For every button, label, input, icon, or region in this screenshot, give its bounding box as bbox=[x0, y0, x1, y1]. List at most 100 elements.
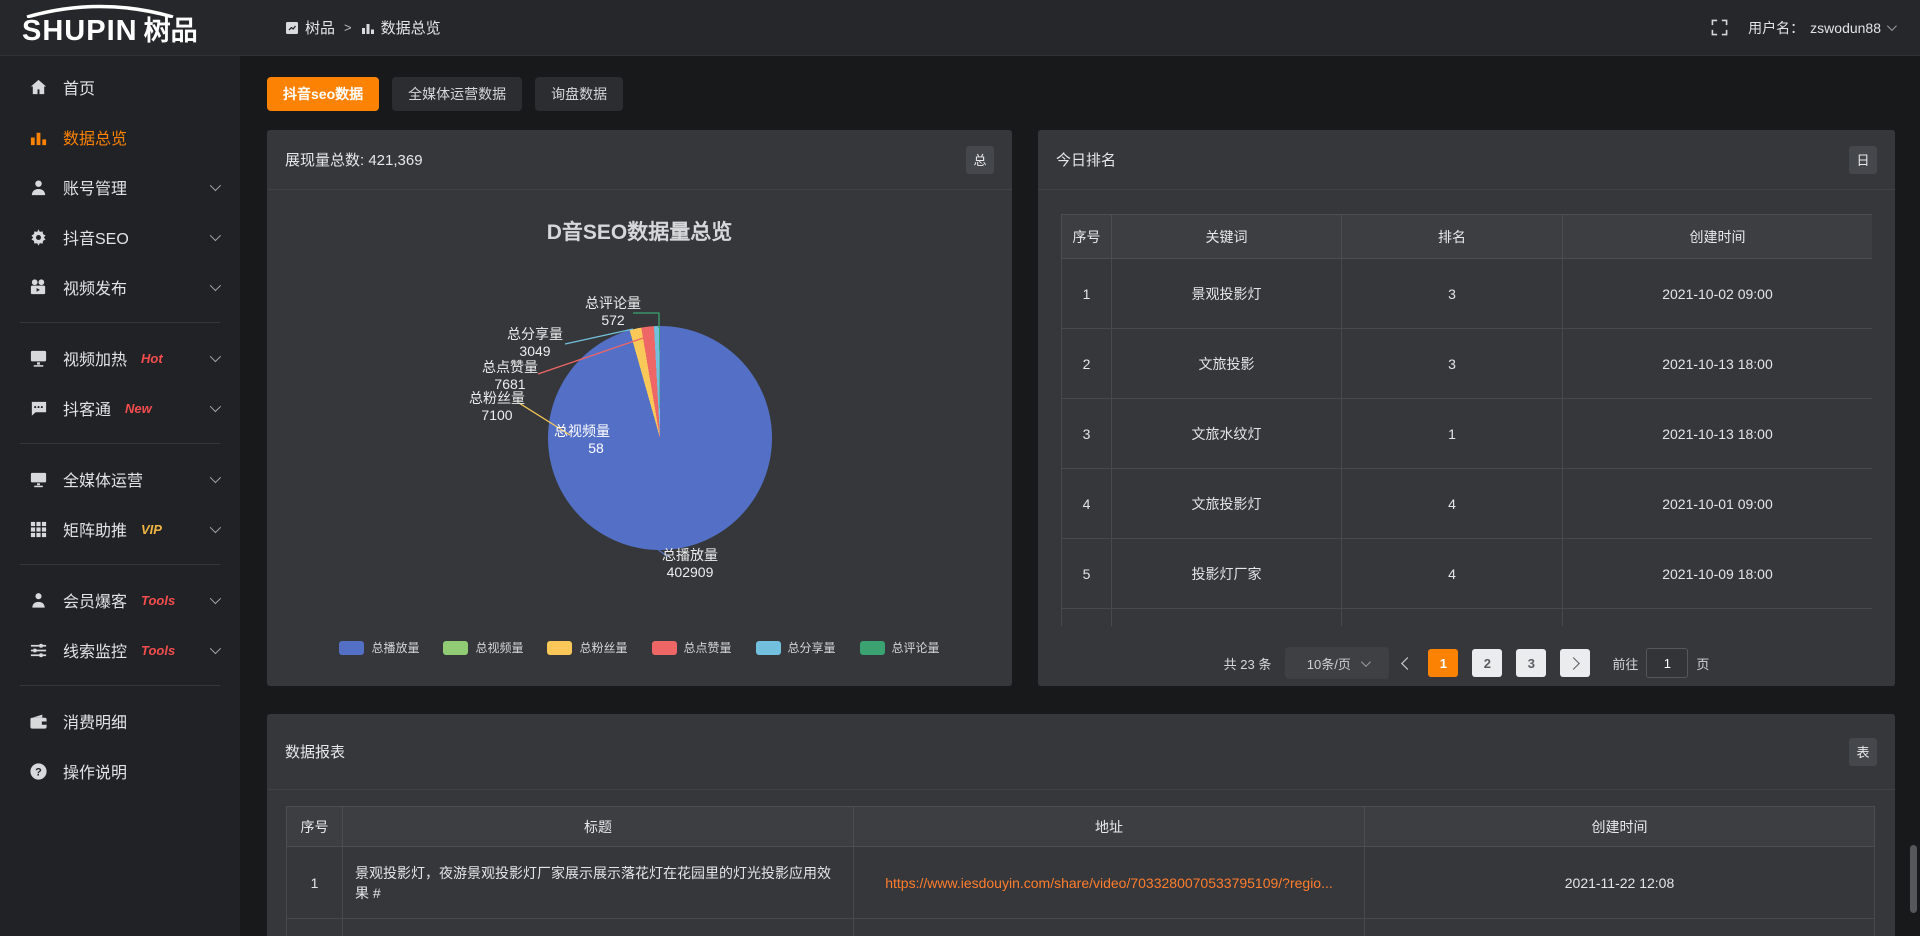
goto-label: 前往 bbox=[1612, 654, 1638, 673]
page-button-1[interactable]: 1 bbox=[1428, 649, 1458, 677]
legend-item-likes[interactable]: 总点赞量 bbox=[652, 639, 732, 656]
sidebar-item-video-publish[interactable]: 视频发布 bbox=[0, 262, 240, 312]
cell-rank: 3 bbox=[1342, 259, 1563, 329]
bar-chart-icon bbox=[361, 21, 375, 35]
breadcrumb-current[interactable]: 数据总览 bbox=[361, 17, 441, 38]
table-row: 3 文旅水纹灯 1 2021-10-13 18:00 bbox=[1062, 399, 1873, 469]
cell-index: 3 bbox=[1062, 399, 1112, 469]
pie-label-name: 总播放量 bbox=[662, 547, 718, 563]
legend-swatch bbox=[756, 641, 781, 655]
pie-leader-lines bbox=[267, 190, 1012, 685]
col-header-title: 标题 bbox=[343, 807, 854, 847]
sidebar-item-label: 首页 bbox=[63, 75, 95, 99]
col-header-keyword: 关键词 bbox=[1112, 215, 1342, 259]
cell-created: 2021-10-01 09:00 bbox=[1563, 469, 1873, 539]
table-row-empty bbox=[1062, 609, 1873, 627]
person-icon bbox=[28, 590, 48, 610]
logo-arc-icon bbox=[24, 4, 176, 18]
legend-label: 总播放量 bbox=[371, 639, 419, 656]
cell-created: 2021-10-09 18:00 bbox=[1563, 539, 1873, 609]
cell-created: 2021-10-13 18:00 bbox=[1563, 329, 1873, 399]
tab-media-operation-data[interactable]: 全媒体运营数据 bbox=[392, 77, 522, 111]
page-button-2[interactable]: 2 bbox=[1472, 649, 1502, 677]
table-badge-button[interactable]: 表 bbox=[1849, 738, 1877, 766]
cell-keyword: 景观投影灯 bbox=[1112, 259, 1342, 329]
chevron-down-icon bbox=[1361, 657, 1371, 667]
goto-unit: 页 bbox=[1696, 654, 1709, 673]
sidebar-divider bbox=[20, 443, 220, 444]
sidebar-item-video-heat[interactable]: 视频加热 Hot bbox=[0, 333, 240, 383]
cell-url: https://www.iesdouyin.com/share/video/70… bbox=[854, 847, 1365, 919]
sidebar-item-help[interactable]: ? 操作说明 bbox=[0, 746, 240, 796]
sidebar-item-media-operation[interactable]: 全媒体运营 bbox=[0, 454, 240, 504]
legend-label: 总评论量 bbox=[892, 639, 940, 656]
chevron-down-icon bbox=[210, 280, 221, 291]
breadcrumb: 树品 > 数据总览 bbox=[285, 17, 441, 38]
sidebar-item-data-overview[interactable]: 数据总览 bbox=[0, 112, 240, 162]
sidebar-item-label: 消费明细 bbox=[63, 709, 127, 733]
sidebar-item-account[interactable]: 账号管理 bbox=[0, 162, 240, 212]
total-badge-button[interactable]: 总 bbox=[966, 146, 994, 174]
pie-label-name: 总分享量 bbox=[507, 326, 563, 342]
sidebar-item-doukertong[interactable]: 抖客通 New bbox=[0, 383, 240, 433]
app-window-icon bbox=[285, 21, 299, 35]
pie-label-value: 7100 bbox=[452, 407, 542, 424]
grid-icon bbox=[28, 519, 48, 539]
sidebar-divider bbox=[20, 564, 220, 565]
data-tabs: 抖音seo数据 全媒体运营数据 询盘数据 bbox=[267, 77, 623, 111]
pie-label-name: 总评论量 bbox=[585, 295, 641, 311]
user-menu[interactable]: 用户名：zswodun88 bbox=[1748, 18, 1894, 38]
tab-douyin-seo-data[interactable]: 抖音seo数据 bbox=[267, 77, 379, 111]
goto-page-input[interactable] bbox=[1646, 648, 1688, 678]
sidebar-item-label: 线索监控 bbox=[63, 638, 127, 662]
legend-item-fans[interactable]: 总粉丝量 bbox=[547, 639, 627, 656]
cell-keyword: 文旅水纹灯 bbox=[1112, 399, 1342, 469]
cell-created: 2021-10-13 18:00 bbox=[1563, 399, 1873, 469]
vertical-scrollbar[interactable] bbox=[1910, 845, 1917, 913]
pie-label-videos: 总视频量 58 bbox=[537, 423, 627, 457]
col-header-index: 序号 bbox=[287, 807, 343, 847]
table-row: 4 文旅投影灯 4 2021-10-01 09:00 bbox=[1062, 469, 1873, 539]
panel-header: 展现量总数: 421,369 总 bbox=[267, 130, 1012, 190]
video-link[interactable]: https://www.iesdouyin.com/share/video/70… bbox=[885, 875, 1333, 891]
chevron-down-icon bbox=[210, 522, 221, 533]
page-button-3[interactable]: 3 bbox=[1516, 649, 1546, 677]
main-content: 抖音seo数据 全媒体运营数据 询盘数据 展现量总数: 421,369 总 D音… bbox=[240, 56, 1920, 936]
tab-inquiry-data[interactable]: 询盘数据 bbox=[535, 77, 623, 111]
chevron-down-icon bbox=[210, 643, 221, 654]
report-table: 序号 标题 地址 创建时间 1 景观投影灯，夜游景观投影灯厂家展示展示落花灯在花… bbox=[286, 806, 1876, 936]
chart-legend: 总播放量 总视频量 总粉丝量 总点赞量 总分享量 总评论量 bbox=[267, 639, 1012, 656]
cell-created: 2021-11-22 12:08 bbox=[1365, 847, 1875, 919]
breadcrumb-root[interactable]: 树品 bbox=[285, 17, 335, 38]
user-icon bbox=[28, 177, 48, 197]
sidebar-item-member-growth[interactable]: 会员爆客 Tools bbox=[0, 575, 240, 625]
cell-index: 1 bbox=[287, 847, 343, 919]
legend-item-shares[interactable]: 总分享量 bbox=[756, 639, 836, 656]
cell-index: 2 bbox=[1062, 329, 1112, 399]
legend-item-comments[interactable]: 总评论量 bbox=[860, 639, 940, 656]
sidebar-item-home[interactable]: 首页 bbox=[0, 62, 240, 112]
gear-icon bbox=[28, 227, 48, 247]
pagination: 共 23 条 10条/页 1 2 3 前往 页 bbox=[1038, 647, 1895, 679]
day-badge-button[interactable]: 日 bbox=[1849, 146, 1877, 174]
page-size-select[interactable]: 10条/页 bbox=[1285, 647, 1389, 679]
next-page-button[interactable] bbox=[1560, 649, 1590, 677]
prev-page-button[interactable] bbox=[1403, 656, 1412, 671]
legend-item-plays[interactable]: 总播放量 bbox=[339, 639, 419, 656]
table-row: 1 景观投影灯 3 2021-10-02 09:00 bbox=[1062, 259, 1873, 329]
col-header-created: 创建时间 bbox=[1563, 215, 1873, 259]
sidebar-item-label: 会员爆客 bbox=[63, 588, 127, 612]
sidebar-item-lead-monitor[interactable]: 线索监控 Tools bbox=[0, 625, 240, 675]
legend-label: 总分享量 bbox=[788, 639, 836, 656]
sidebar-item-label: 视频发布 bbox=[63, 275, 127, 299]
cell-index: 5 bbox=[1062, 539, 1112, 609]
sidebar-item-douyin-seo[interactable]: 抖音SEO bbox=[0, 212, 240, 262]
sidebar-item-matrix-boost[interactable]: 矩阵助推 VIP bbox=[0, 504, 240, 554]
movie-camera-icon bbox=[28, 277, 48, 297]
sidebar-item-consumption-detail[interactable]: 消费明细 bbox=[0, 696, 240, 746]
legend-item-videos[interactable]: 总视频量 bbox=[443, 639, 523, 656]
breadcrumb-root-label: 树品 bbox=[305, 17, 335, 38]
table-row: 5 投影灯厂家 4 2021-10-09 18:00 bbox=[1062, 539, 1873, 609]
cell-keyword: 投影灯厂家 bbox=[1112, 539, 1342, 609]
fullscreen-icon[interactable] bbox=[1711, 19, 1728, 36]
